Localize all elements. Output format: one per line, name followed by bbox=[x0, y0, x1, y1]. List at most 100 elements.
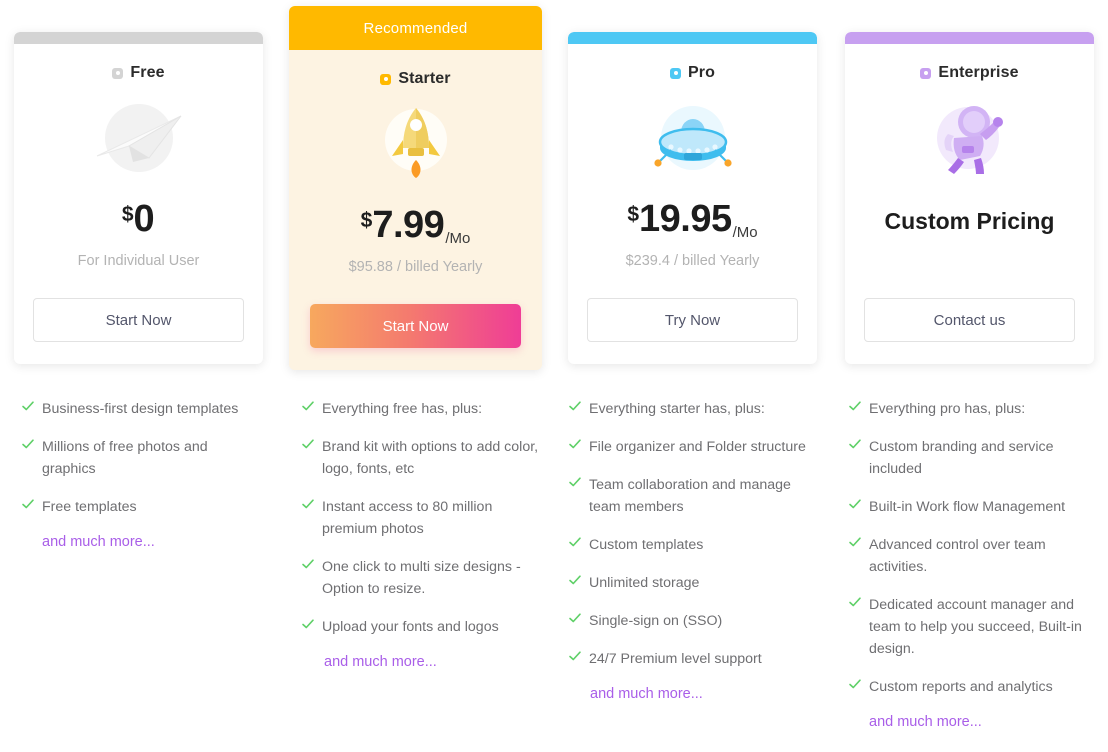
plan-accent-bar-free bbox=[14, 32, 263, 44]
plan-badge-icon-pro bbox=[670, 67, 681, 79]
feature-item: 24/7 Premium level support bbox=[568, 648, 819, 670]
more-link-starter[interactable]: and much more... bbox=[324, 654, 542, 670]
check-icon bbox=[568, 649, 582, 667]
feature-text: Custom reports and analytics bbox=[869, 679, 1053, 695]
plan-price-starter: $ 7.99 /Mo bbox=[361, 206, 471, 248]
plan-name-enterprise: Enterprise bbox=[938, 64, 1019, 81]
plan-badge-icon-starter bbox=[380, 73, 392, 85]
check-icon bbox=[568, 399, 582, 417]
feature-text: Single-sign on (SSO) bbox=[589, 613, 723, 629]
feature-text: Business-first design templates bbox=[42, 401, 239, 417]
feature-item: Business-first design templates bbox=[21, 398, 265, 420]
check-icon bbox=[21, 399, 35, 417]
ufo-illustration bbox=[641, 94, 745, 186]
check-icon bbox=[568, 611, 582, 629]
feature-item: Everything starter has, plus: bbox=[568, 398, 819, 420]
check-icon bbox=[301, 557, 315, 575]
plan-column-free: Free $ 0 For Individual User Start Now bbox=[0, 0, 277, 380]
plan-column-enterprise: Enterprise Custom Pricing Contact us bbox=[831, 0, 1108, 380]
feature-list-pro: Everything starter has, plus: File organ… bbox=[554, 398, 831, 730]
feature-item: Everything pro has, plus: bbox=[848, 398, 1096, 420]
pricing-page: Free $ 0 For Individual User Start Now R… bbox=[0, 0, 1108, 752]
plan-price-pro: $ 19.95 /Mo bbox=[627, 200, 757, 242]
feature-item: Advanced control over team activities. bbox=[848, 534, 1096, 578]
check-icon bbox=[301, 399, 315, 417]
more-link-free[interactable]: and much more... bbox=[42, 534, 265, 550]
feature-text: Millions of free photos and graphics bbox=[42, 439, 208, 477]
feature-text: One click to multi size designs - Option… bbox=[322, 559, 521, 597]
check-icon bbox=[301, 497, 315, 515]
check-icon bbox=[568, 535, 582, 553]
plan-cta-pro[interactable]: Try Now bbox=[587, 298, 798, 342]
feature-text: Dedicated account manager and team to he… bbox=[869, 597, 1082, 657]
check-icon bbox=[848, 399, 862, 417]
feature-text: Upload your fonts and logos bbox=[322, 619, 499, 635]
price-currency-pro: $ bbox=[627, 203, 640, 226]
plan-subtext-free: For Individual User bbox=[77, 253, 200, 269]
plan-subtext-pro: $239.4 / billed Yearly bbox=[625, 253, 760, 269]
recommended-ribbon: Recommended bbox=[289, 6, 542, 50]
plan-header-pro: Pro bbox=[670, 62, 715, 84]
feature-item: Custom branding and service included bbox=[848, 436, 1096, 480]
check-icon bbox=[848, 677, 862, 695]
price-amount-pro: 19.95 bbox=[639, 198, 732, 240]
feature-item: Instant access to 80 million premium pho… bbox=[301, 496, 542, 540]
plan-header-starter: Starter bbox=[380, 68, 451, 90]
check-icon bbox=[21, 437, 35, 455]
check-icon bbox=[301, 437, 315, 455]
feature-item: One click to multi size designs - Option… bbox=[301, 556, 542, 600]
feature-text: Everything pro has, plus: bbox=[869, 401, 1026, 417]
price-period-starter: /Mo bbox=[445, 230, 471, 247]
plan-card-enterprise[interactable]: Enterprise Custom Pricing Contact us bbox=[845, 32, 1094, 364]
plan-badge-icon-free bbox=[112, 67, 124, 79]
price-currency-free: $ bbox=[121, 203, 134, 226]
plan-column-starter: Recommended Starter $ 7.99 /Mo $95.88 / … bbox=[277, 0, 554, 380]
plan-cta-starter[interactable]: Start Now bbox=[310, 304, 521, 348]
plan-name-pro: Pro bbox=[688, 64, 715, 81]
feature-text: Unlimited storage bbox=[589, 575, 700, 591]
check-icon bbox=[848, 535, 862, 553]
feature-list-enterprise: Everything pro has, plus: Custom brandin… bbox=[831, 398, 1108, 730]
price-amount-starter: 7.99 bbox=[372, 204, 445, 246]
plan-header-enterprise: Enterprise bbox=[920, 62, 1018, 84]
check-icon bbox=[848, 595, 862, 613]
feature-item: Free templates bbox=[21, 496, 265, 518]
plan-badge-icon-enterprise bbox=[920, 67, 932, 79]
more-link-pro[interactable]: and much more... bbox=[590, 686, 819, 702]
price-period-pro: /Mo bbox=[732, 224, 758, 241]
pricing-cards-row: Free $ 0 For Individual User Start Now R… bbox=[0, 0, 1108, 380]
feature-list-starter: Everything free has, plus: Brand kit wit… bbox=[277, 398, 554, 730]
feature-text: Everything starter has, plus: bbox=[589, 401, 765, 417]
check-icon bbox=[21, 497, 35, 515]
plan-name-starter: Starter bbox=[398, 70, 451, 87]
feature-item: Built-in Work flow Management bbox=[848, 496, 1096, 518]
plan-card-starter[interactable]: Recommended Starter $ 7.99 /Mo $95.88 / … bbox=[289, 6, 542, 370]
feature-text: File organizer and Folder structure bbox=[589, 439, 806, 455]
plan-accent-bar-enterprise bbox=[845, 32, 1094, 44]
feature-text: Built-in Work flow Management bbox=[869, 499, 1066, 515]
plan-subtext-starter: $95.88 / billed Yearly bbox=[348, 259, 483, 275]
plan-cta-enterprise[interactable]: Contact us bbox=[864, 298, 1075, 342]
feature-text: Everything free has, plus: bbox=[322, 401, 483, 417]
plan-card-pro[interactable]: Pro $ 19.95 /Mo $239.4 / billed Yearly T… bbox=[568, 32, 817, 364]
feature-text: Free templates bbox=[42, 499, 137, 515]
feature-item: Everything free has, plus: bbox=[301, 398, 542, 420]
feature-item: Unlimited storage bbox=[568, 572, 819, 594]
feature-lists-row: Business-first design templates Millions… bbox=[0, 398, 1108, 730]
plan-column-pro: Pro $ 19.95 /Mo $239.4 / billed Yearly T… bbox=[554, 0, 831, 380]
feature-item: Team collaboration and manage team membe… bbox=[568, 474, 819, 518]
feature-text: Instant access to 80 million premium pho… bbox=[322, 499, 493, 537]
more-link-enterprise[interactable]: and much more... bbox=[869, 714, 1096, 730]
plan-cta-free[interactable]: Start Now bbox=[33, 298, 244, 342]
plan-name-free: Free bbox=[130, 64, 165, 81]
feature-item: Upload your fonts and logos bbox=[301, 616, 542, 638]
plan-header-free: Free bbox=[112, 62, 164, 84]
plan-card-free[interactable]: Free $ 0 For Individual User Start Now bbox=[14, 32, 263, 364]
plan-accent-bar-pro bbox=[568, 32, 817, 44]
feature-text: Team collaboration and manage team membe… bbox=[589, 477, 791, 515]
feature-item: File organizer and Folder structure bbox=[568, 436, 819, 458]
feature-item: Custom templates bbox=[568, 534, 819, 556]
check-icon bbox=[568, 437, 582, 455]
feature-item: Custom reports and analytics bbox=[848, 676, 1096, 698]
plan-custom-price-enterprise: Custom Pricing bbox=[884, 207, 1055, 234]
